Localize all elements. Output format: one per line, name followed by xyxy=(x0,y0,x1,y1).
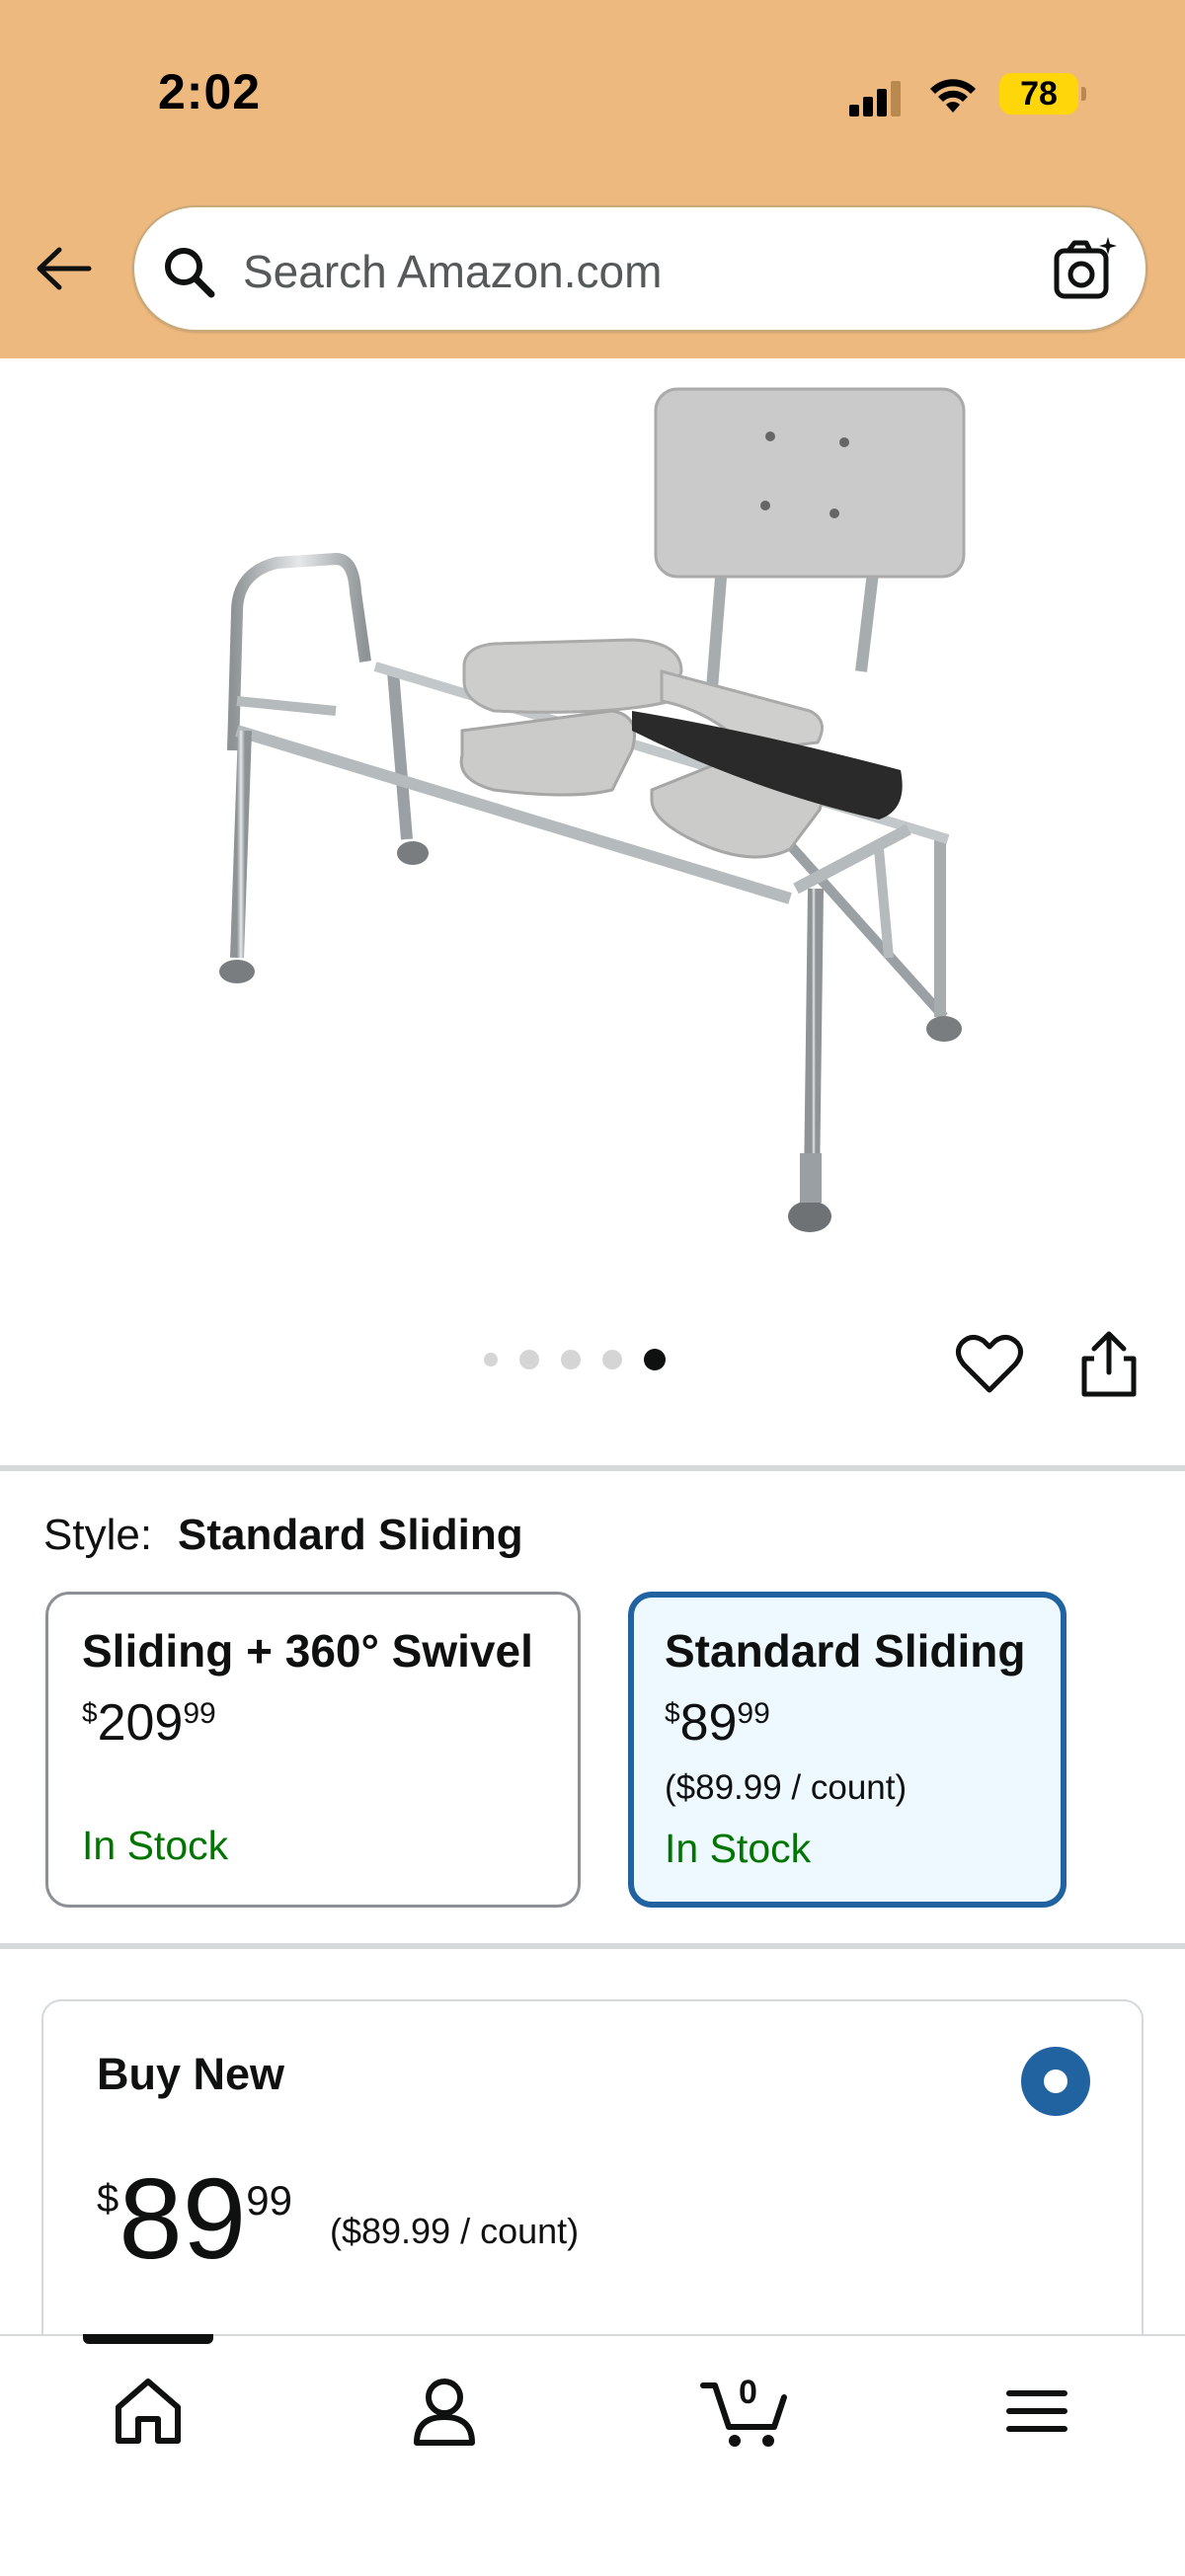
active-tab-indicator xyxy=(83,2334,213,2344)
style-option-title: Standard Sliding xyxy=(665,1625,1026,1677)
carousel-dot-active[interactable] xyxy=(644,1349,666,1370)
buy-new-title: Buy New xyxy=(97,2049,285,2099)
style-label-text: Style: xyxy=(43,1511,153,1559)
price-fraction: 99 xyxy=(246,2177,292,2224)
cart-count: 0 xyxy=(739,2374,757,2411)
divider xyxy=(0,1943,1185,1949)
unit-price: ($89.99 / count) xyxy=(330,2211,580,2251)
buy-new-price: $ 89 99 xyxy=(97,2154,292,2283)
header: 2:02 78 Search Amazon.com xyxy=(0,0,1185,358)
account-icon[interactable] xyxy=(405,2372,484,2451)
cart-button[interactable]: 0 xyxy=(699,2372,790,2451)
price-currency: $ xyxy=(665,1697,680,1728)
arrow-left-icon xyxy=(37,247,92,290)
price-whole: 89 xyxy=(118,2154,247,2283)
carousel-dot[interactable] xyxy=(602,1350,622,1369)
product-image[interactable] xyxy=(198,375,988,1244)
style-option-title: Sliding + 360° Swivel xyxy=(82,1625,533,1677)
price-whole: 89 xyxy=(679,1694,738,1752)
price-fraction: 99 xyxy=(183,1697,216,1730)
bottom-nav: 0 xyxy=(0,2334,1185,2576)
stock-status: In Stock xyxy=(665,1826,812,1871)
style-option-standard[interactable]: Standard Sliding $ 89 99 ($89.99 / count… xyxy=(628,1592,1066,1908)
search-bar[interactable]: Search Amazon.com xyxy=(132,205,1147,332)
status-time: 2:02 xyxy=(158,64,262,119)
stock-status: In Stock xyxy=(82,1823,229,1868)
unit-price: ($89.99 / count) xyxy=(665,1768,908,1807)
battery-icon: 78 xyxy=(999,73,1086,115)
carousel-dot[interactable] xyxy=(561,1350,581,1369)
carousel-dot[interactable] xyxy=(484,1353,498,1366)
home-icon[interactable] xyxy=(109,2372,188,2451)
back-button[interactable] xyxy=(32,237,95,300)
selected-style: Standard Sliding xyxy=(178,1511,523,1559)
price-currency: $ xyxy=(82,1697,98,1728)
share-icon[interactable] xyxy=(1076,1329,1142,1400)
style-option-price: $ 209 99 xyxy=(82,1693,544,1753)
heart-icon[interactable] xyxy=(954,1329,1025,1400)
cellular-signal-icon xyxy=(849,81,905,117)
menu-icon[interactable] xyxy=(997,2372,1076,2451)
style-label: Style: Standard Sliding xyxy=(43,1511,523,1560)
price-fraction: 99 xyxy=(737,1697,770,1730)
style-option-price: $ 89 99 xyxy=(665,1693,1030,1753)
search-input[interactable]: Search Amazon.com xyxy=(243,245,662,298)
wifi-icon xyxy=(930,79,976,113)
product-page: 2:02 78 Search Amazon.com Style: Standar… xyxy=(0,0,1185,2576)
image-carousel-dots xyxy=(484,1349,666,1370)
divider xyxy=(0,1465,1185,1471)
price-whole: 209 xyxy=(97,1694,184,1752)
price-currency: $ xyxy=(97,2177,119,2221)
search-icon xyxy=(165,248,215,298)
buy-new-radio[interactable] xyxy=(1021,2047,1090,2116)
style-option-swivel[interactable]: Sliding + 360° Swivel $ 209 99 In Stock xyxy=(45,1592,581,1908)
camera-search-icon[interactable] xyxy=(1051,235,1120,304)
carousel-dot[interactable] xyxy=(519,1350,539,1369)
